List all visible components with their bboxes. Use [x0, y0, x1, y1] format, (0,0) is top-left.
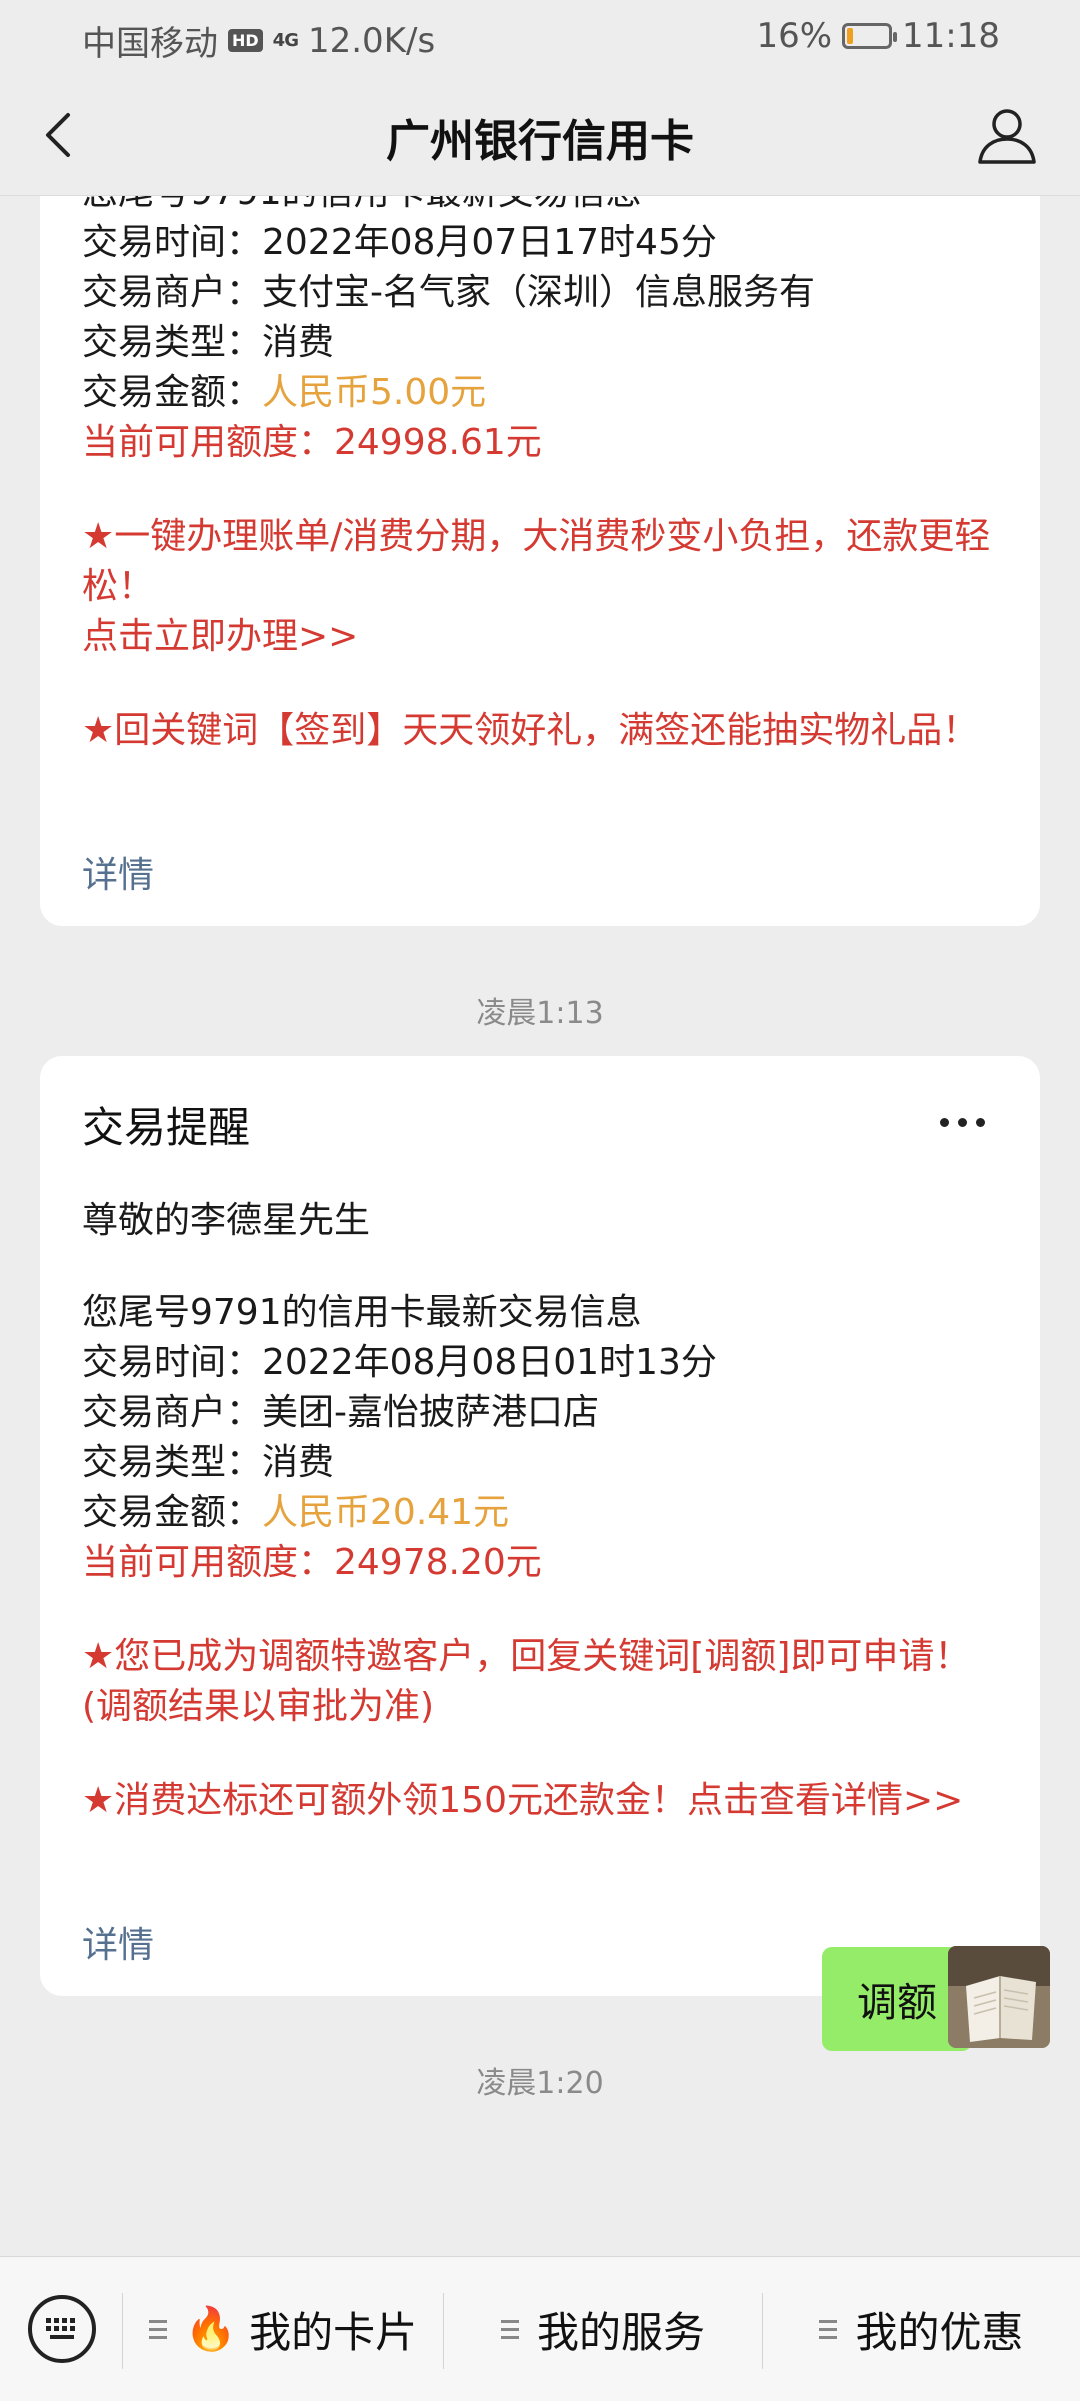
message-card-2[interactable]: 交易提醒 尊敬的李德星先生 您尾号9791的信用卡最新交易信息 交易时间：202…: [40, 1056, 1040, 1996]
fire-emoji-icon: 🔥: [184, 2304, 238, 2353]
promo-checkin: ★回关键词【签到】天天领好礼，满签还能抽实物礼品！: [82, 710, 979, 751]
card-title: 交易提醒: [82, 1103, 251, 1152]
tab-my-offers[interactable]: 我的优惠: [763, 2257, 1080, 2401]
network-speed: 12.0K/s: [307, 20, 436, 61]
partial-intro-line: 您尾号9791的信用卡最新交易信息: [82, 196, 642, 218]
tab-my-services[interactable]: 我的服务: [444, 2257, 762, 2401]
timestamp: 凌晨1:20: [476, 2066, 604, 2101]
transaction-merchant: 交易商户：美团-嘉怡披萨港口店: [82, 1392, 599, 1433]
menu-lines-icon: [500, 2319, 519, 2339]
detail-link[interactable]: 详情: [82, 846, 154, 898]
carrier-label: 中国移动: [82, 24, 218, 64]
tab-label: 我的优惠: [855, 2307, 1024, 2357]
transaction-amount: 交易金额：人民币20.41元: [82, 1488, 509, 1538]
tab-my-cards[interactable]: 🔥 我的卡片: [123, 2257, 443, 2401]
clock: 11:18: [902, 16, 1000, 56]
user-profile-icon[interactable]: [974, 102, 1040, 168]
greeting: 尊敬的李德星先生: [82, 1200, 371, 1241]
available-credit: 当前可用额度：24978.20元: [82, 1542, 542, 1583]
intro-line: 您尾号9791的信用卡最新交易信息: [82, 1292, 642, 1333]
timestamp: 凌晨1:13: [476, 996, 604, 1031]
status-bar: 中国移动 HD 4G 12.0K/s 16% 11:18: [0, 0, 1080, 75]
battery-percent: 16%: [756, 16, 833, 56]
battery-icon: [842, 23, 898, 49]
message-card-1[interactable]: 您尾号9791的信用卡最新交易信息 交易时间：2022年08月07日17时45分…: [40, 196, 1040, 926]
detail-link[interactable]: 详情: [82, 1916, 154, 1968]
promo-installment: ★一键办理账单/消费分期，大消费秒变小负担，还款更轻: [82, 516, 991, 557]
promo-installment-cont: 松！: [82, 566, 155, 607]
nav-bar: 广州银行信用卡: [0, 75, 1080, 196]
outgoing-message-text: 调额: [857, 1980, 937, 2026]
promo-limit-increase: ★您已成为调额特邀客户，回复关键词[调额]即可申请！: [82, 1636, 971, 1677]
page-title: 广州银行信用卡: [386, 116, 694, 167]
hd-icon: HD: [228, 29, 263, 52]
tab-label: 我的服务: [536, 2307, 705, 2357]
menu-lines-icon: [819, 2319, 838, 2339]
amount-label: 交易金额：: [82, 1492, 263, 1533]
transaction-amount: 交易金额：人民币5.00元: [82, 368, 486, 418]
more-options-icon[interactable]: [932, 1102, 992, 1142]
available-credit: 当前可用额度：24998.61元: [82, 422, 542, 463]
bottom-menu-bar: 🔥 我的卡片 我的服务 我的优惠: [0, 2256, 1080, 2401]
promo-limit-note: (调额结果以审批为准): [82, 1686, 435, 1727]
transaction-type: 交易类型：消费: [82, 322, 335, 363]
keyboard-icon[interactable]: [28, 2295, 96, 2363]
avatar-book-image: [948, 1946, 1050, 2048]
transaction-merchant: 交易商户：支付宝-名气家（深圳）信息服务有: [82, 272, 815, 313]
transaction-time: 交易时间：2022年08月07日17时45分: [82, 222, 717, 263]
menu-lines-icon: [148, 2319, 167, 2339]
battery-fill: [847, 28, 854, 44]
tab-label: 我的卡片: [249, 2307, 418, 2357]
promo-apply-link[interactable]: 点击立即办理>>: [82, 612, 358, 662]
signal-icon: 4G: [272, 30, 299, 51]
amount-label: 交易金额：: [82, 372, 263, 413]
my-avatar[interactable]: [948, 1946, 1050, 2048]
promo-cashback-link[interactable]: ★消费达标还可额外领150元还款金！点击查看详情>>: [82, 1776, 963, 1826]
transaction-time: 交易时间：2022年08月08日01时13分: [82, 1342, 717, 1383]
amount-value: 人民币20.41元: [262, 1492, 510, 1533]
transaction-type: 交易类型：消费: [82, 1442, 335, 1483]
amount-value: 人民币5.00元: [262, 372, 487, 413]
